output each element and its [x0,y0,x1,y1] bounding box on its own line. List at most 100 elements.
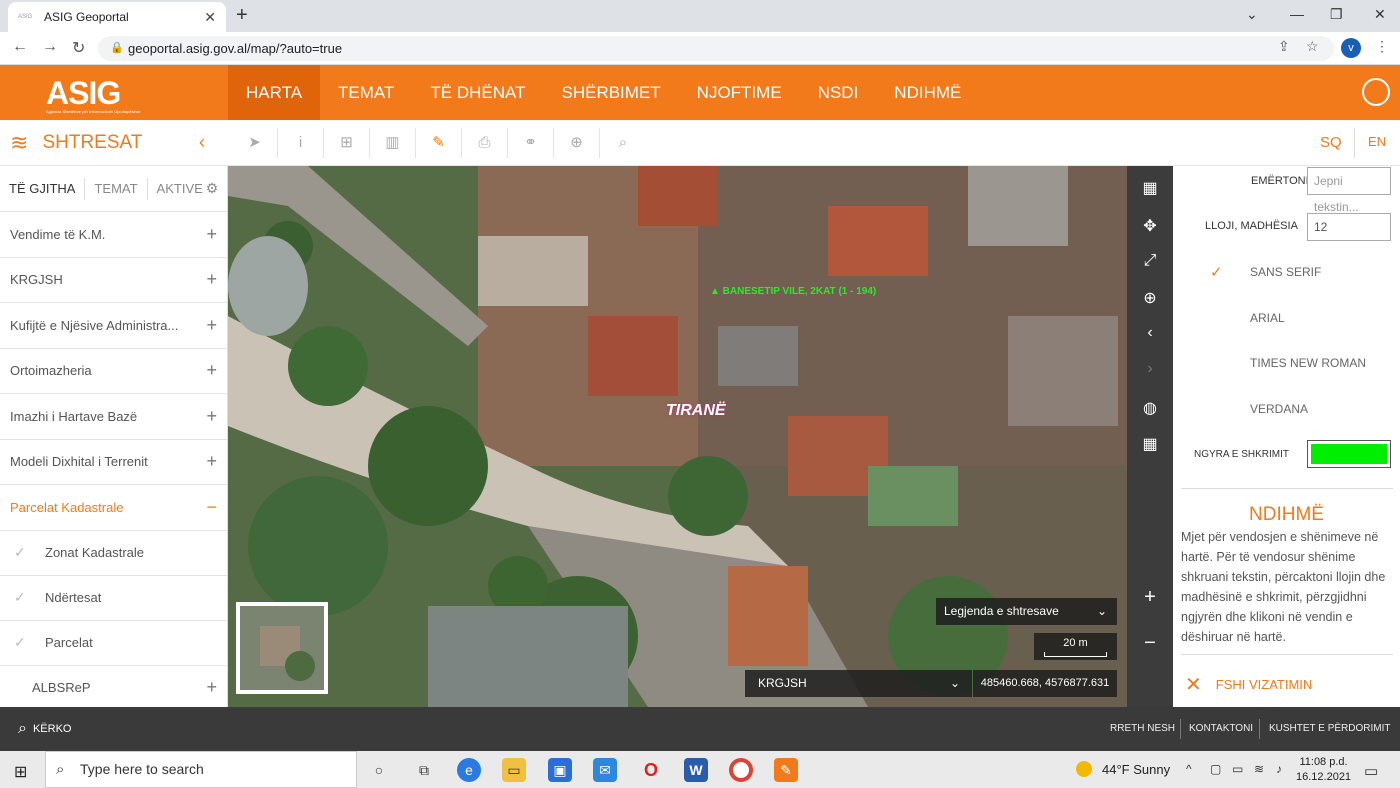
layer-item[interactable]: ALBSReP + [0,666,227,708]
select-pointer-icon[interactable]: ➤ [232,128,278,158]
expand-plus-icon[interactable]: + [206,360,217,381]
layer-item[interactable]: KRGJSH + [0,258,227,303]
tab-themes[interactable]: TEMAT [85,177,148,200]
opera-icon[interactable]: O [639,758,663,782]
nav-harta[interactable]: HARTA [228,65,321,120]
word-icon[interactable]: W [684,758,708,782]
collapse-panel-chevron-icon[interactable]: ‹ [199,132,205,153]
notifications-icon[interactable]: ▭ [1364,762,1378,780]
info-icon[interactable]: i [278,128,324,158]
tab-search-icon[interactable]: ⌄ [1246,6,1258,23]
lang-en-button[interactable]: EN [1368,134,1386,149]
map-canvas[interactable] [228,166,1127,707]
collapse-minus-icon[interactable]: − [206,497,217,518]
system-clock[interactable]: 11:08 p.d. 16.12.2021 [1296,755,1351,785]
font-option[interactable]: ARIAL [1250,311,1285,325]
nav-temat[interactable]: TEMAT [320,65,412,120]
tab-all[interactable]: TË GJITHA [0,177,86,200]
browser-tab[interactable]: ASIG ASIG Geoportal ✕ [8,2,226,32]
check-icon[interactable]: ✓ [14,544,45,561]
wifi-icon[interactable]: ≋ [1254,762,1264,776]
bookmark-star-icon[interactable]: ☆ [1306,38,1319,55]
nav-ndihme[interactable]: NDIHMË [876,65,979,120]
basemap-gallery-icon[interactable]: ▦ [1127,178,1173,198]
nav-nsdi[interactable]: NSDI [800,65,877,120]
fullscreen-icon[interactable]: ⤢ [1127,252,1173,270]
add-layer-icon[interactable]: ⊞ [324,128,370,158]
task-view-icon[interactable]: ⧉ [412,758,436,782]
reload-button[interactable]: ↻ [72,38,85,58]
expand-plus-icon[interactable]: + [206,224,217,245]
expand-plus-icon[interactable]: + [206,269,217,290]
zoom-out-icon[interactable]: − [1127,632,1173,655]
add-circle-icon[interactable]: ⊕ [554,128,600,158]
store-icon[interactable]: ▣ [548,758,572,782]
lang-sq-button[interactable]: SQ [1320,134,1342,151]
profile-avatar[interactable]: v [1341,38,1361,58]
basemap-select[interactable]: KRGJSH ⌄ [745,670,972,697]
check-icon[interactable]: ✓ [14,634,45,651]
tray-device-icon[interactable]: ▢ [1210,762,1221,776]
forward-button[interactable]: → [42,38,58,56]
close-tab-icon[interactable]: ✕ [204,9,216,26]
footer-link-about[interactable]: RRETH NESH [1110,723,1175,734]
expand-plus-icon[interactable]: + [206,451,217,472]
font-size-input[interactable]: 12 [1307,213,1391,241]
expand-plus-icon[interactable]: + [206,677,217,698]
chrome-icon[interactable] [729,758,753,782]
layer-item-parcelat-kadastrale[interactable]: Parcelat Kadastrale − [0,485,227,531]
zoom-in-icon[interactable]: + [1127,586,1173,609]
windows-start-icon[interactable]: ⊞ [14,762,27,782]
share-icon[interactable]: ⇪ [1278,38,1290,55]
font-option[interactable]: SANS SERIF [1250,265,1321,279]
sublayer-item[interactable]: ✓ Parcelat [0,621,227,666]
next-extent-icon[interactable]: › [1127,360,1173,378]
mail-icon[interactable]: ✉ [593,758,617,782]
full-extent-icon[interactable]: ✥ [1127,216,1173,236]
expand-plus-icon[interactable]: + [206,315,217,336]
sublayer-item[interactable]: ✓ Ndërtesat [0,576,227,621]
edge-browser-icon[interactable]: e [457,758,481,782]
chart-icon[interactable]: ▥ [370,128,416,158]
tray-chevron-icon[interactable]: ^ [1186,762,1192,776]
layer-item[interactable]: Vendime të K.M. + [0,212,227,258]
font-option[interactable]: TIMES NEW ROMAN [1250,356,1366,370]
layer-item[interactable]: Ortoimazheria + [0,349,227,394]
expand-plus-icon[interactable]: + [206,406,217,427]
footer-search[interactable]: ⌕ KËRKO [18,720,71,738]
footer-link-contact[interactable]: KONTAKTONI [1189,723,1253,734]
legend-toggle-button[interactable]: Legjenda e shtresave ⌄ [936,598,1117,625]
nav-te-dhenat[interactable]: TË DHËNAT [412,65,543,120]
user-account-icon[interactable] [1362,78,1390,106]
zoom-box-icon[interactable]: ⊕ [1127,288,1173,308]
minimize-button[interactable]: — [1290,6,1304,22]
file-explorer-icon[interactable]: ▭ [502,758,526,782]
settings-gear-icon[interactable]: ⚙ [206,180,219,197]
sublayer-item[interactable]: ✓ Zonat Kadastrale [0,531,227,576]
taskbar-search-input[interactable]: ⌕ Type here to search [45,751,357,788]
layer-item[interactable]: Modeli Dixhital i Terrenit + [0,440,227,485]
annotation-text-input[interactable]: Jepni tekstin... [1307,167,1391,214]
battery-icon[interactable]: ▭ [1232,762,1243,776]
overview-minimap[interactable] [236,602,328,694]
asig-logo[interactable]: ASIG [46,75,121,112]
search-icon[interactable]: ⌕ [600,128,646,158]
app-icon[interactable]: ✎ [774,758,798,782]
close-window-button[interactable]: ✕ [1374,6,1386,23]
layer-item[interactable]: Kufijtë e Njësive Administra... + [0,303,227,349]
tab-active[interactable]: AKTIVE [148,178,212,200]
check-icon[interactable]: ✓ [14,589,45,606]
previous-extent-icon[interactable]: ‹ [1127,324,1173,342]
volume-icon[interactable]: ♪ [1276,762,1282,776]
globe-icon[interactable]: ◍ [1127,398,1173,418]
font-option[interactable]: VERDANA [1250,402,1308,416]
link-icon[interactable]: ⚭ [508,128,554,158]
grid-icon[interactable]: ▦ [1127,434,1173,454]
layer-item[interactable]: Imazhi i Hartave Bazë + [0,394,227,440]
cortana-circle-icon[interactable]: ○ [367,758,391,782]
text-color-picker[interactable] [1307,440,1391,468]
back-button[interactable]: ← [12,38,28,56]
print-icon[interactable]: ⎙ [462,128,508,158]
annotate-edit-icon[interactable]: ✎ [416,128,462,158]
new-tab-button[interactable]: + [236,4,248,27]
